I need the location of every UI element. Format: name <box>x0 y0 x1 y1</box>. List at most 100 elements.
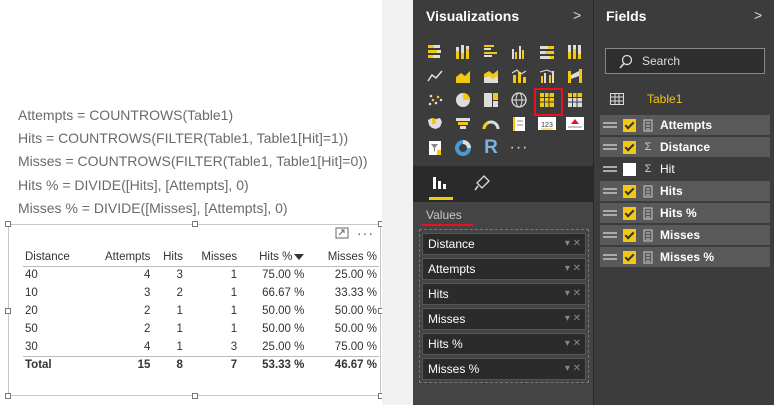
card-icon[interactable]: 123 <box>533 112 561 136</box>
well-item-attempts[interactable]: Attempts ▾ ✕ <box>422 258 586 280</box>
area-chart-icon[interactable] <box>449 64 477 88</box>
well-item-controls[interactable]: ▾ ✕ <box>565 359 581 379</box>
total-cell: 15 <box>85 355 153 374</box>
clustered-bar-icon[interactable] <box>477 40 505 64</box>
gauge-icon[interactable] <box>477 112 505 136</box>
drag-grip-icon[interactable] <box>603 188 617 194</box>
column-header-hits-pct[interactable]: Hits % <box>239 249 307 267</box>
total-cell: 46.67 % <box>306 355 379 374</box>
well-item-controls[interactable]: ▾ ✕ <box>565 309 581 329</box>
drag-grip-icon[interactable] <box>603 210 617 216</box>
values-well[interactable]: Distance ▾ ✕ Attempts ▾ ✕ Hits ▾ ✕ Misses ▾ … <box>419 229 589 383</box>
field-item-misses[interactable]: Misses <box>600 225 770 245</box>
100-bar-icon[interactable] <box>533 40 561 64</box>
well-item-label: Misses % <box>428 362 480 376</box>
field-checkbox[interactable] <box>623 184 636 198</box>
table-cell: 10 <box>25 287 38 299</box>
pie-chart-icon[interactable] <box>449 88 477 112</box>
column-header-misses[interactable]: Misses <box>184 249 240 267</box>
total-cell: 8 <box>152 355 185 374</box>
drag-grip-icon[interactable] <box>603 232 617 238</box>
line-column-icon[interactable] <box>505 64 533 88</box>
table-visual[interactable]: ··· Distance Attempts Hits Misses Hits %… <box>5 221 384 399</box>
map-icon[interactable] <box>505 88 533 112</box>
values-well-label: Values <box>426 208 462 222</box>
r-visual-icon[interactable]: R <box>477 136 505 160</box>
field-checkbox[interactable] <box>623 118 636 132</box>
tab-fields[interactable] <box>429 174 453 200</box>
collapse-fields-icon[interactable]: > <box>754 7 762 23</box>
table-icon[interactable] <box>533 88 563 116</box>
resize-handle[interactable] <box>192 221 198 227</box>
total-cell: 7 <box>184 355 240 374</box>
filled-map-icon[interactable] <box>421 112 449 136</box>
kpi-icon[interactable] <box>561 112 589 136</box>
calculator-icon <box>643 251 653 263</box>
well-item-distance[interactable]: Distance ▾ ✕ <box>422 233 586 255</box>
resize-handle[interactable] <box>192 393 198 399</box>
more-options-icon[interactable]: ··· <box>357 226 374 240</box>
well-item-hits[interactable]: Hits ▾ ✕ <box>422 283 586 305</box>
table-node-table1[interactable]: Table1 <box>610 90 682 108</box>
matrix-icon[interactable] <box>561 88 589 112</box>
table-name: Table1 <box>647 92 683 106</box>
drag-grip-icon[interactable] <box>603 122 617 128</box>
ribbon-chart-icon[interactable] <box>561 64 589 88</box>
field-item-misses-pct[interactable]: Misses % <box>600 247 770 267</box>
clustered-column-icon[interactable] <box>505 40 533 64</box>
field-name: Hit <box>660 162 675 176</box>
drag-grip-icon[interactable] <box>603 166 617 172</box>
100-column-icon[interactable] <box>561 40 589 64</box>
table-cell: 1 <box>176 323 183 335</box>
field-checkbox[interactable] <box>623 228 636 242</box>
slicer-icon[interactable] <box>421 136 449 160</box>
well-item-controls[interactable]: ▾ ✕ <box>565 284 581 304</box>
well-item-controls[interactable]: ▾ ✕ <box>565 234 581 254</box>
line-chart-icon[interactable] <box>421 64 449 88</box>
well-item-misses[interactable]: Misses ▾ ✕ <box>422 308 586 330</box>
drag-grip-icon[interactable] <box>603 144 617 150</box>
table-cell: 3 <box>176 269 183 282</box>
resize-handle[interactable] <box>5 221 11 227</box>
sigma-icon: Σ <box>644 141 652 153</box>
calculator-icon <box>643 229 653 241</box>
field-checkbox[interactable] <box>623 250 636 264</box>
field-item-attempts[interactable]: Attempts <box>600 115 770 135</box>
column-header-hits[interactable]: Hits <box>152 249 185 267</box>
column-header-attempts[interactable]: Attempts <box>85 249 153 267</box>
well-item-misses-pct[interactable]: Misses % ▾ ✕ <box>422 358 586 380</box>
stacked-bar-icon[interactable] <box>421 40 449 64</box>
field-item-hits-pct[interactable]: Hits % <box>600 203 770 223</box>
table-cell: 2 <box>144 305 151 317</box>
tab-format[interactable] <box>473 174 493 196</box>
column-header-distance[interactable]: Distance <box>23 249 85 267</box>
field-item-hit[interactable]: Σ Hit <box>600 159 770 179</box>
stacked-column-icon[interactable] <box>449 40 477 64</box>
field-checkbox[interactable] <box>623 140 636 154</box>
multirow-card-icon[interactable] <box>505 112 533 136</box>
scatter-icon[interactable] <box>421 88 449 112</box>
resize-handle[interactable] <box>5 393 11 399</box>
field-item-hits[interactable]: Hits <box>600 181 770 201</box>
collapse-visualizations-icon[interactable]: > <box>573 7 581 23</box>
fields-search-input[interactable]: Search <box>605 48 765 74</box>
search-placeholder: Search <box>642 54 681 68</box>
field-checkbox[interactable] <box>623 162 636 176</box>
line-clustered-icon[interactable] <box>533 64 561 88</box>
well-item-controls[interactable]: ▾ ✕ <box>565 259 581 279</box>
treemap-icon[interactable] <box>477 88 505 112</box>
table-cell: 1 <box>230 323 238 335</box>
field-item-distance[interactable]: Σ Distance <box>600 137 770 157</box>
more-visuals-icon[interactable]: ··· <box>505 136 533 160</box>
stacked-area-icon[interactable] <box>477 64 505 88</box>
column-header-misses-pct[interactable]: Misses % <box>306 249 379 267</box>
well-item-controls[interactable]: ▾ ✕ <box>565 334 581 354</box>
values-underline <box>421 224 473 226</box>
funnel-icon[interactable] <box>449 112 477 136</box>
resize-handle[interactable] <box>5 308 11 314</box>
focus-mode-icon[interactable] <box>335 227 349 239</box>
drag-grip-icon[interactable] <box>603 254 617 260</box>
field-checkbox[interactable] <box>623 206 636 220</box>
donut-icon[interactable] <box>449 136 477 160</box>
well-item-hits-pct[interactable]: Hits % ▾ ✕ <box>422 333 586 355</box>
